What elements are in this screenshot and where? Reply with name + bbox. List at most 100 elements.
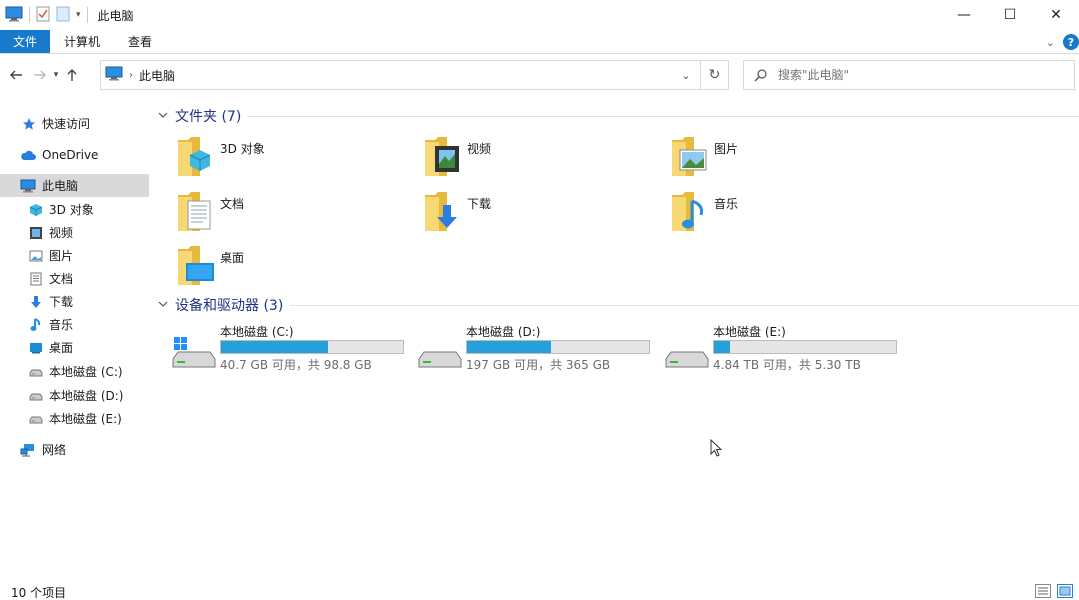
- drive-usage-fill: [714, 341, 730, 353]
- sidebar-item-pictures[interactable]: 图片: [0, 244, 149, 267]
- drive-icon: [29, 369, 43, 376]
- tab-computer[interactable]: 计算机: [50, 30, 114, 53]
- picture-icon: [670, 136, 710, 182]
- tab-file[interactable]: 文件: [0, 30, 51, 53]
- drive-usage-bar: [713, 340, 897, 354]
- drive-usage-fill: [221, 341, 329, 353]
- details-view-icon[interactable]: [1035, 584, 1051, 598]
- drive-usage-bar: [220, 340, 404, 354]
- music-icon: [30, 317, 41, 331]
- music-icon: [670, 191, 710, 237]
- item-count: 10 个项目: [11, 585, 67, 600]
- quick-access-dropdown-icon[interactable]: ▾: [76, 10, 81, 20]
- sidebar-item-drive-e[interactable]: 本地磁盘 (E:): [0, 407, 149, 430]
- ribbon-tabs: 文件 计算机 查看 ⌄ ?: [0, 30, 1079, 54]
- chevron-down-icon: [158, 300, 168, 311]
- computer-icon: [20, 179, 36, 192]
- cube-icon: [29, 203, 43, 216]
- video-icon: [423, 136, 463, 182]
- separator: [29, 7, 30, 23]
- tab-view[interactable]: 查看: [114, 30, 166, 53]
- drive-icon: [29, 416, 43, 423]
- help-icon[interactable]: ?: [1063, 34, 1079, 50]
- sidebar-item-onedrive[interactable]: OneDrive: [0, 143, 149, 166]
- picture-icon: [29, 250, 43, 261]
- address-dropdown-button[interactable]: ⌄: [672, 61, 700, 89]
- status-bar: 10 个项目: [0, 584, 1079, 600]
- separator: [86, 7, 88, 23]
- cube-icon: [176, 136, 216, 182]
- back-button[interactable]: [6, 64, 26, 86]
- sidebar-item-drive-d[interactable]: 本地磁盘 (D:): [0, 384, 149, 407]
- minimize-button[interactable]: —: [941, 0, 987, 30]
- sidebar-item-drive-c[interactable]: 本地磁盘 (C:): [0, 360, 149, 383]
- forward-button[interactable]: [30, 64, 50, 86]
- window-title: 此电脑: [97, 8, 134, 23]
- drive-e[interactable]: 本地磁盘 (E:) 4.84 TB 可用，共 5.30 TB: [665, 323, 905, 373]
- desktop-icon: [176, 245, 216, 291]
- sidebar-item-quick-access[interactable]: 快速访问: [0, 112, 149, 135]
- network-icon: [20, 443, 34, 456]
- folder-documents[interactable]: 文档: [176, 191, 416, 241]
- drive-icon: [418, 337, 462, 368]
- address-bar[interactable]: › 此电脑 ⌄ ↻: [100, 60, 729, 90]
- navigation-bar: ▾ › 此电脑 ⌄ ↻: [0, 60, 1079, 90]
- close-button[interactable]: ✕: [1033, 0, 1079, 30]
- folder-pictures[interactable]: 图片: [670, 136, 910, 186]
- drive-d[interactable]: 本地磁盘 (D:) 197 GB 可用，共 365 GB: [418, 323, 658, 373]
- new-folder-icon[interactable]: [56, 6, 70, 25]
- sidebar-item-music[interactable]: 音乐: [0, 313, 149, 336]
- sidebar-item-videos[interactable]: 视频: [0, 221, 149, 244]
- title-bar: ▾ 此电脑 — ☐ ✕: [0, 0, 1079, 30]
- refresh-button[interactable]: ↻: [700, 61, 728, 89]
- arrow-left-icon: [10, 70, 22, 80]
- group-divider: [248, 116, 1079, 117]
- folder-downloads[interactable]: 下载: [423, 191, 663, 241]
- chevron-down-icon: [158, 111, 168, 122]
- document-icon: [176, 191, 216, 237]
- drives-group-header[interactable]: 设备和驱动器 (3): [158, 295, 283, 315]
- content-pane: 文件夹 (7) 3D 对象 视频 图片 文档 下载 音乐 桌面 设备和驱动器 (…: [150, 100, 1079, 580]
- properties-icon[interactable]: [36, 6, 50, 25]
- desktop-icon: [30, 342, 42, 353]
- computer-icon: [105, 66, 123, 84]
- folders-group-header[interactable]: 文件夹 (7): [158, 106, 241, 126]
- sidebar-item-documents[interactable]: 文档: [0, 267, 149, 290]
- expand-ribbon-icon[interactable]: ⌄: [1046, 36, 1055, 49]
- recent-locations-button[interactable]: ▾: [50, 64, 62, 86]
- mouse-cursor-icon: [710, 439, 723, 457]
- computer-icon[interactable]: [5, 6, 23, 25]
- maximize-button[interactable]: ☐: [987, 0, 1033, 30]
- document-icon: [30, 272, 42, 285]
- folder-music[interactable]: 音乐: [670, 191, 910, 241]
- sidebar-item-desktop[interactable]: 桌面: [0, 336, 149, 359]
- drive-icon: [29, 393, 43, 400]
- search-input[interactable]: [778, 68, 1058, 82]
- drive-usage-fill: [467, 341, 551, 353]
- arrow-up-icon: [67, 69, 77, 81]
- drive-c[interactable]: 本地磁盘 (C:) 40.7 GB 可用，共 98.8 GB: [172, 323, 412, 373]
- navigation-pane: 快速访问 OneDrive 此电脑 3D 对象 视频 图片 文档 下载 音乐 桌…: [0, 108, 150, 578]
- search-box[interactable]: [743, 60, 1075, 90]
- sidebar-item-downloads[interactable]: 下载: [0, 290, 149, 313]
- cloud-icon: [21, 150, 36, 160]
- large-icons-view-icon[interactable]: [1057, 584, 1073, 598]
- breadcrumb[interactable]: 此电脑: [139, 67, 175, 84]
- download-icon: [31, 295, 41, 308]
- star-icon: [23, 117, 35, 130]
- drive-usage-bar: [466, 340, 650, 354]
- folder-desktop[interactable]: 桌面: [176, 245, 416, 295]
- video-icon: [30, 226, 42, 239]
- breadcrumb-chevron-icon[interactable]: ›: [129, 70, 133, 81]
- folder-videos[interactable]: 视频: [423, 136, 663, 186]
- group-divider: [290, 305, 1079, 306]
- windows-drive-icon: [172, 337, 216, 368]
- sidebar-item-3d-objects[interactable]: 3D 对象: [0, 198, 149, 221]
- download-icon: [423, 191, 463, 237]
- sidebar-item-this-pc[interactable]: 此电脑: [0, 174, 149, 197]
- search-icon: [744, 68, 778, 82]
- arrow-right-icon: [34, 70, 46, 80]
- sidebar-item-network[interactable]: 网络: [0, 438, 149, 461]
- up-button[interactable]: [62, 64, 82, 86]
- folder-3d-objects[interactable]: 3D 对象: [176, 136, 416, 186]
